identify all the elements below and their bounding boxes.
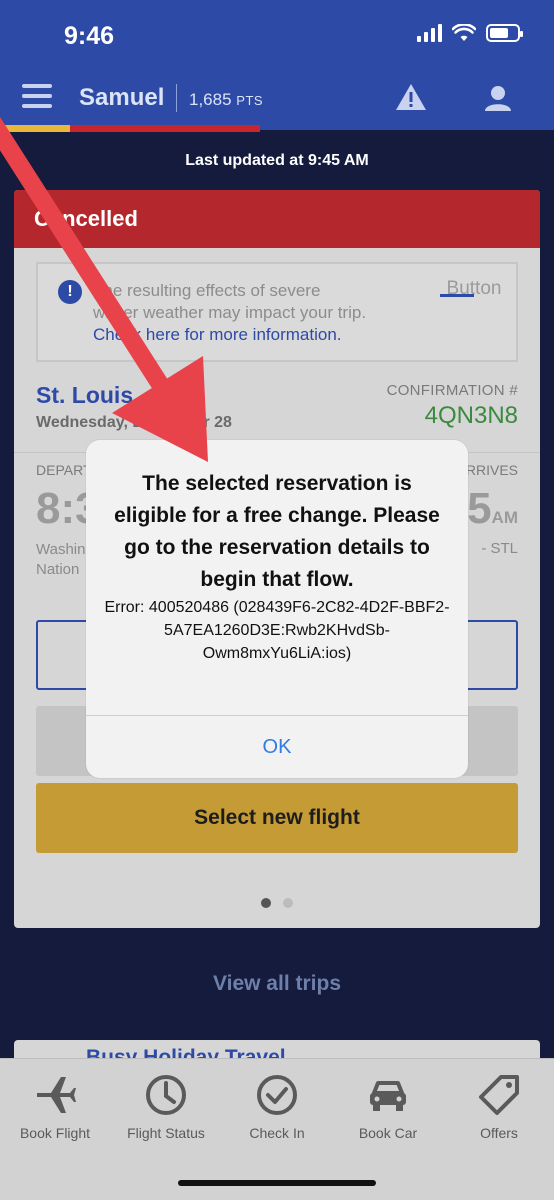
tab-check-in[interactable]: Check In (222, 1073, 332, 1141)
page-indicator[interactable] (14, 898, 540, 908)
info-icon: ! (58, 280, 82, 304)
wifi-icon (452, 24, 476, 41)
tab-label: Check In (249, 1125, 305, 1141)
tab-book-car[interactable]: Book Car (333, 1073, 443, 1141)
trip-status-banner: Cancelled (14, 190, 540, 248)
arrive-time-value: 5 (467, 484, 492, 533)
airplane-icon (37, 1077, 76, 1113)
destination-city: St. Louis (36, 382, 134, 408)
home-indicator[interactable] (178, 1180, 376, 1186)
profile-icon[interactable] (484, 84, 512, 112)
notice-button[interactable]: Button (440, 276, 502, 302)
page-dot-active[interactable] (261, 898, 271, 908)
car-icon (370, 1081, 406, 1111)
tab-label: Flight Status (127, 1125, 205, 1141)
check-circle-icon (257, 1075, 297, 1115)
app-header: 9:46 Samuel 1,685 PTS (0, 0, 554, 130)
status-icons (417, 24, 523, 42)
header-stripe-yellow (0, 125, 70, 132)
header-stripe-red (70, 125, 260, 132)
alert-ok-button[interactable]: OK (86, 716, 468, 778)
tab-book-flight[interactable]: Book Flight (0, 1073, 110, 1141)
select-new-flight-button[interactable]: Select new flight (36, 783, 518, 853)
alert-dialog: The selected reservation is eligible for… (86, 440, 468, 778)
notice-link[interactable]: Check here for more information. (93, 324, 433, 346)
points-unit: PTS (236, 93, 264, 108)
trip-date: Wednesday, December 28 (36, 414, 232, 431)
menu-icon[interactable] (22, 84, 52, 108)
user-name[interactable]: Samuel (79, 84, 164, 112)
alert-message: Error: 400520486 (028439F6-2C82-4D2F-BBF… (104, 599, 450, 662)
alert-title: The selected reservation is eligible for… (114, 472, 440, 591)
tab-label: Book Car (358, 1125, 418, 1141)
tab-offers[interactable]: Offers (444, 1073, 554, 1141)
arrive-ampm: AM (491, 508, 518, 527)
clock-icon (146, 1075, 186, 1115)
last-updated: Last updated at 9:45 AM (185, 152, 369, 169)
notice-text: The resulting effects of severe winter w… (93, 280, 433, 346)
battery-icon (486, 24, 523, 42)
header-divider (176, 84, 177, 112)
view-all-trips-link[interactable]: View all trips (0, 972, 554, 996)
page-dot[interactable] (283, 898, 293, 908)
alert-icon[interactable] (394, 82, 428, 112)
arrive-city: - STL (481, 540, 518, 557)
tab-label: Book Flight (19, 1125, 91, 1141)
tab-flight-status[interactable]: Flight Status (111, 1073, 221, 1141)
tab-label: Offers (480, 1125, 518, 1141)
confirmation-number: 4QN3N8 (424, 402, 518, 429)
points-value: 1,685 (189, 90, 232, 109)
signal-icon (417, 24, 442, 42)
points-display: 1,685 PTS (189, 90, 263, 110)
status-time: 9:46 (64, 22, 115, 50)
arrive-time: 5AM (467, 484, 518, 534)
notice-line-1: The resulting effects of severe (93, 281, 321, 300)
confirmation-label: CONFIRMATION # (386, 382, 518, 399)
weather-notice[interactable]: ! The resulting effects of severe winter… (36, 262, 518, 362)
tab-bar: Book Flight Flight Status Check In Book … (0, 1058, 554, 1200)
notice-line-2: winter weather may impact your trip. (93, 303, 367, 322)
tag-icon (479, 1075, 519, 1115)
